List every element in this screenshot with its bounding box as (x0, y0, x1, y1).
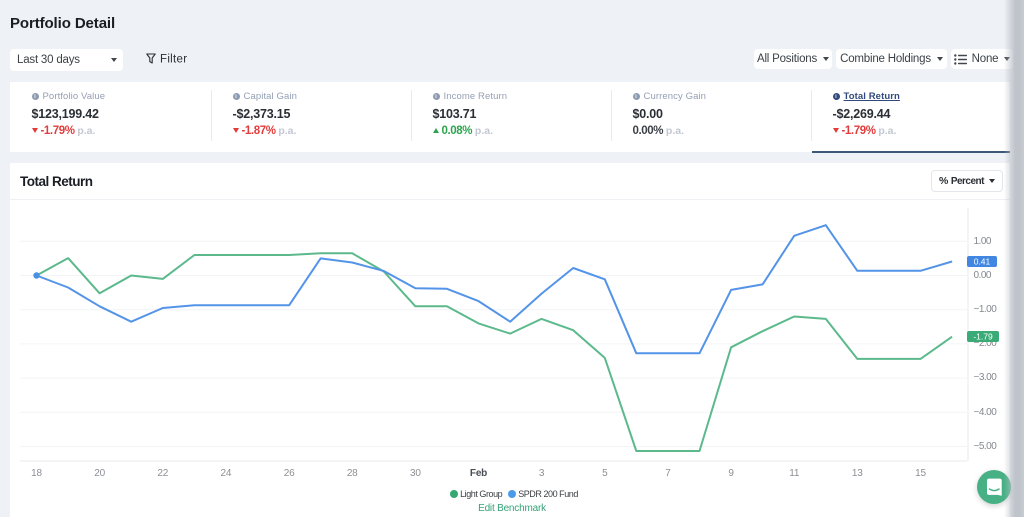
svg-text:0.41: 0.41 (974, 257, 991, 267)
svg-text:-1.79: -1.79 (973, 332, 993, 342)
